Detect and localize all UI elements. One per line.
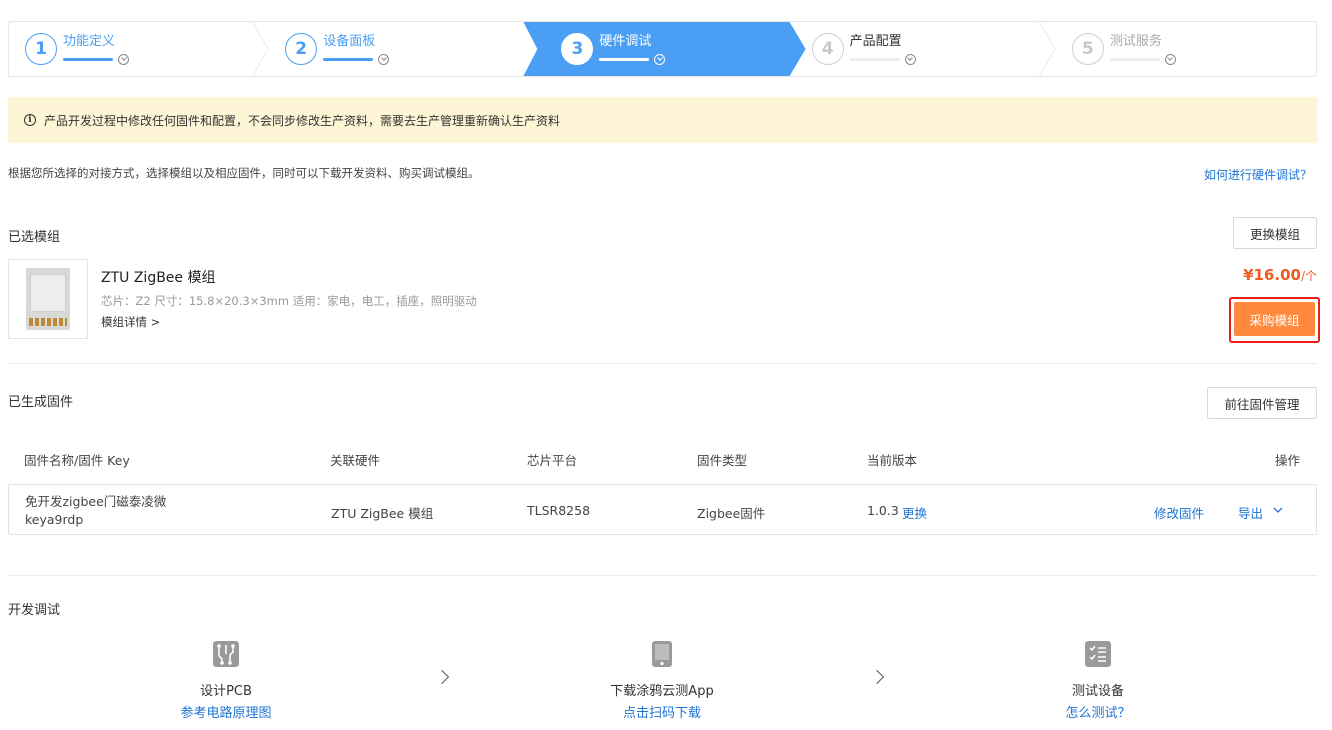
dev-item-label: 下载涂鸦云测App <box>610 684 714 699</box>
dev-item-app: 下载涂鸦云测App 点击扫码下载 <box>562 641 762 721</box>
replace-version-link[interactable]: 更换 <box>902 503 927 522</box>
dev-item-label: 测试设备 <box>1071 684 1124 699</box>
dev-item-pcb: 设计PCB 参考电路原理图 <box>126 641 326 721</box>
column-header-version: 当前版本 <box>867 453 918 468</box>
checklist-icon <box>1085 641 1111 667</box>
column-header-name: 固件名称/固件 Key <box>24 453 130 468</box>
price-value: ¥16.00 <box>1243 266 1301 284</box>
chevron-down-icon[interactable] <box>654 54 665 65</box>
reference-schematic-link[interactable]: 参考电路原理图 <box>126 702 326 721</box>
step-progress-line <box>1109 57 1160 61</box>
step-function-definition[interactable]: 1 功能定义 <box>9 22 269 76</box>
page-description: 根据您所选择的对接方式，选择模组以及相应固件，同时可以下载开发资料、购买调试模组… <box>8 166 480 180</box>
chevron-down-icon[interactable] <box>1164 53 1176 65</box>
firmware-type: Zigbee固件 <box>697 506 766 521</box>
firmware-hardware: ZTU ZigBee 模组 <box>331 506 434 521</box>
buy-highlight: 采购模组 <box>1229 297 1320 343</box>
step-number: 2 <box>285 33 318 65</box>
export-firmware-link[interactable]: 导出 <box>1238 503 1263 522</box>
chevron-down-icon[interactable] <box>378 53 390 65</box>
step-label: 功能定义 <box>63 33 116 49</box>
price-unit: /个 <box>1300 269 1317 283</box>
module-image <box>8 259 88 339</box>
step-device-panel[interactable]: 2 设备面板 <box>269 22 529 76</box>
hardware-debug-help-link[interactable]: 如何进行硬件调试？ <box>1204 166 1312 183</box>
info-icon: i <box>24 114 36 126</box>
step-divider <box>252 22 269 76</box>
column-header-type: 固件类型 <box>697 453 748 468</box>
step-number: 1 <box>25 33 57 65</box>
selected-module-title: 已选模组 <box>8 230 61 245</box>
notice-text: 产品开发过程中修改任何固件和配置，不会同步修改生产资料，需要去生产管理重新确认生… <box>44 113 561 128</box>
firmware-chip: TLSR8258 <box>527 503 591 518</box>
dev-item-test: 测试设备 怎么测试？ <box>998 641 1198 721</box>
firmware-manage-button[interactable]: 前往固件管理 <box>1207 387 1317 419</box>
step-number: 5 <box>1071 33 1104 65</box>
edit-firmware-link[interactable]: 修改固件 <box>1154 503 1204 522</box>
how-to-test-link[interactable]: 怎么测试？ <box>998 702 1198 721</box>
step-hardware-debug[interactable]: 3 硬件调试 <box>523 22 805 76</box>
step-progress-line <box>63 57 113 61</box>
phone-icon <box>652 641 672 667</box>
chevron-down-icon[interactable] <box>904 53 916 65</box>
dev-debug-title: 开发调试 <box>8 603 61 618</box>
table-row: 免开发zigbee门磁泰凌微 keya9rdp ZTU ZigBee 模组 TL… <box>8 484 1317 535</box>
divider <box>8 363 1317 364</box>
firmware-name: 免开发zigbee门磁泰凌微 <box>25 494 167 509</box>
firmware-title: 已生成固件 <box>8 395 74 410</box>
column-header-chip: 芯片平台 <box>527 453 578 468</box>
buy-module-button[interactable]: 采购模组 <box>1234 302 1315 336</box>
step-progress-line <box>599 58 649 61</box>
step-label: 设备面板 <box>323 33 376 49</box>
step-product-config[interactable]: 4 产品配置 <box>796 22 1056 76</box>
module-name: ZTU ZigBee 模组 <box>101 270 216 286</box>
divider <box>8 575 1317 576</box>
step-label: 产品配置 <box>849 33 902 49</box>
step-progress-line <box>849 57 900 61</box>
step-progress-line <box>323 57 374 61</box>
firmware-version: 1.0.3 <box>867 503 899 518</box>
chevron-down-icon[interactable] <box>1273 506 1283 514</box>
column-header-hardware: 关联硬件 <box>330 453 381 468</box>
step-label: 硬件调试 <box>599 33 652 49</box>
step-divider <box>1038 22 1056 76</box>
module-spec: 芯片：Z2 尺寸：15.8×20.3×3mm 适用：家电，电工，插座，照明驱动 <box>101 294 477 308</box>
module-details-link[interactable]: 模组详情 > <box>101 314 160 330</box>
step-test-service[interactable]: 5 测试服务 <box>1056 22 1316 76</box>
column-header-actions: 操作 <box>1275 453 1301 468</box>
dev-item-label: 设计PCB <box>200 684 252 699</box>
change-module-button[interactable]: 更换模组 <box>1233 217 1317 249</box>
chevron-right-icon <box>869 669 885 685</box>
firmware-key: keya9rdp <box>25 512 84 527</box>
module-price: ¥16.00/个 <box>1243 266 1317 284</box>
step-progress-bar: 1 功能定义 2 设备面板 3 硬件调试 4 产品配置 5 测试服务 <box>8 21 1317 77</box>
pcb-icon <box>213 641 239 667</box>
chevron-right-icon <box>434 669 450 685</box>
scan-download-link[interactable]: 点击扫码下载 <box>562 702 762 721</box>
notice-banner: i 产品开发过程中修改任何固件和配置，不会同步修改生产资料，需要去生产管理重新确… <box>8 97 1317 143</box>
step-number: 4 <box>811 33 844 65</box>
step-label: 测试服务 <box>1109 33 1162 49</box>
step-number: 3 <box>561 33 593 65</box>
chevron-down-icon[interactable] <box>118 53 129 65</box>
